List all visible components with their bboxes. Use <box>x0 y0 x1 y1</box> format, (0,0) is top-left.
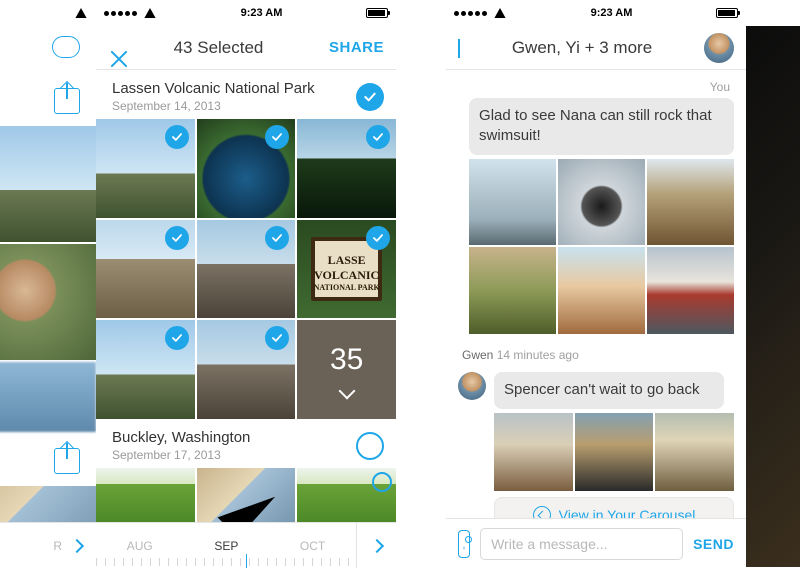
view-label: View in Your Carousel <box>559 507 696 518</box>
signal-icon <box>454 8 507 18</box>
message-bubble-sent: Glad to see Nana can still rock that swi… <box>469 98 734 155</box>
message-age: 14 minutes ago <box>497 348 579 362</box>
photo-grid: LASSE VOLCANIC NATIONAL PARK 35 <box>96 119 396 419</box>
wifi-icon <box>493 8 507 18</box>
nav-bar: Gwen, Yi + 3 more <box>446 26 746 70</box>
selected-check-icon <box>165 125 189 149</box>
timeline-bar[interactable]: AUG SEP OCT <box>96 522 396 568</box>
select-toggle[interactable] <box>372 472 392 492</box>
chat-body[interactable]: You Glad to see Nana can still rock that… <box>446 70 746 518</box>
arrow-left-circle-icon <box>533 506 551 518</box>
chevron-right-icon <box>369 538 383 552</box>
message-input[interactable] <box>480 528 683 560</box>
select-all-toggle[interactable] <box>356 432 384 460</box>
share-button[interactable]: SHARE <box>329 39 384 56</box>
photo-thumb[interactable] <box>575 413 654 492</box>
section-place: Lassen Volcanic National Park <box>112 80 315 97</box>
phone-screen-chat: 9:23 AM Gwen, Yi + 3 more You Glad to se… <box>446 0 746 568</box>
message-photo-grid <box>469 159 734 335</box>
photo-thumb[interactable] <box>197 220 296 319</box>
message-bubble-received: Spencer can't wait to go back <box>494 372 724 408</box>
section-date: September 17, 2013 <box>112 448 250 462</box>
photo-thumb[interactable] <box>96 119 195 218</box>
chat-icon[interactable] <box>52 36 80 58</box>
overflow-count: 35 <box>330 343 363 377</box>
timeline-indicator <box>246 554 247 568</box>
photo-thumb[interactable] <box>469 247 556 334</box>
wifi-icon <box>143 8 157 18</box>
photo-thumb[interactable]: LASSE VOLCANIC NATIONAL PARK <box>297 220 396 319</box>
chat-title: Gwen, Yi + 3 more <box>512 38 652 58</box>
photo-thumb[interactable] <box>655 413 734 492</box>
photo-thumb[interactable] <box>558 159 645 246</box>
phone-screen-selection: 9:23 AM 43 Selected SHARE Lassen Volcani… <box>96 0 396 568</box>
send-button[interactable]: SEND <box>693 536 734 552</box>
photo-thumb[interactable] <box>647 247 734 334</box>
signal-icon <box>104 8 157 18</box>
status-bar: 9:23 AM <box>446 0 746 26</box>
chevron-left-icon <box>458 39 460 58</box>
timeline-bar: R <box>0 522 96 568</box>
photo-thumb[interactable] <box>197 119 296 218</box>
phone-screen-left: R <box>0 0 96 568</box>
status-time: 9:23 AM <box>241 7 283 19</box>
photo-thumb[interactable] <box>558 247 645 334</box>
avatar[interactable] <box>704 33 734 63</box>
phone-screen-right-partial <box>746 26 800 567</box>
status-time: 9:23 AM <box>591 7 633 19</box>
selected-check-icon <box>165 326 189 350</box>
chevron-right-icon[interactable] <box>70 538 84 552</box>
photo-thumb[interactable] <box>0 362 96 432</box>
back-button[interactable] <box>458 39 460 57</box>
photo-thumb[interactable] <box>96 220 195 319</box>
selected-check-icon <box>366 125 390 149</box>
timeline-month[interactable]: OCT <box>300 539 325 553</box>
message-sender-label: You <box>462 80 730 94</box>
timeline-month: R <box>53 539 62 553</box>
selected-check-icon <box>366 226 390 250</box>
section-date: September 14, 2013 <box>112 99 315 113</box>
battery-icon <box>366 8 388 18</box>
section-place: Buckley, Washington <box>112 429 250 446</box>
timeline-next-button[interactable] <box>356 523 396 568</box>
section-header: Lassen Volcanic National Park September … <box>96 70 396 119</box>
photo-thumb[interactable] <box>0 244 96 360</box>
battery-icon <box>716 8 738 18</box>
nav-bar: 43 Selected SHARE <box>96 26 396 70</box>
overflow-button[interactable]: 35 <box>297 320 396 419</box>
sign-text: NATIONAL PARK <box>297 283 396 293</box>
attach-photo-button[interactable] <box>458 530 470 558</box>
photo-thumb[interactable] <box>297 119 396 218</box>
photo-thumb[interactable] <box>469 159 556 246</box>
wifi-icon <box>74 8 88 18</box>
status-bar: 9:23 AM <box>96 0 396 26</box>
message-photo-row <box>494 413 734 492</box>
share-icon[interactable] <box>54 448 80 474</box>
select-all-toggle[interactable] <box>356 83 384 111</box>
share-icon[interactable] <box>54 88 80 114</box>
photo-thumb[interactable] <box>494 413 573 492</box>
view-in-carousel-button[interactable]: View in Your Carousel <box>494 497 734 518</box>
timeline-month[interactable]: SEP <box>214 539 238 553</box>
section-header: Buckley, Washington September 17, 2013 <box>96 419 396 468</box>
sign-text: VOLCANIC <box>297 268 396 283</box>
selected-check-icon <box>265 226 289 250</box>
selected-check-icon <box>165 226 189 250</box>
photo-thumb[interactable] <box>647 159 734 246</box>
message-sender-label: Gwen <box>462 348 493 362</box>
photo-thumb[interactable] <box>197 320 296 419</box>
sign-text: LASSE <box>297 253 396 268</box>
chevron-down-icon <box>338 382 355 399</box>
status-bar <box>0 0 96 26</box>
photo-thumb[interactable] <box>0 126 96 242</box>
photo-thumb[interactable] <box>96 320 195 419</box>
timeline-month[interactable]: AUG <box>127 539 153 553</box>
check-icon <box>362 89 378 105</box>
page-title: 43 Selected <box>174 38 264 58</box>
timeline-ticks <box>96 558 356 566</box>
message-input-bar: SEND <box>446 518 746 568</box>
avatar[interactable] <box>458 372 486 400</box>
